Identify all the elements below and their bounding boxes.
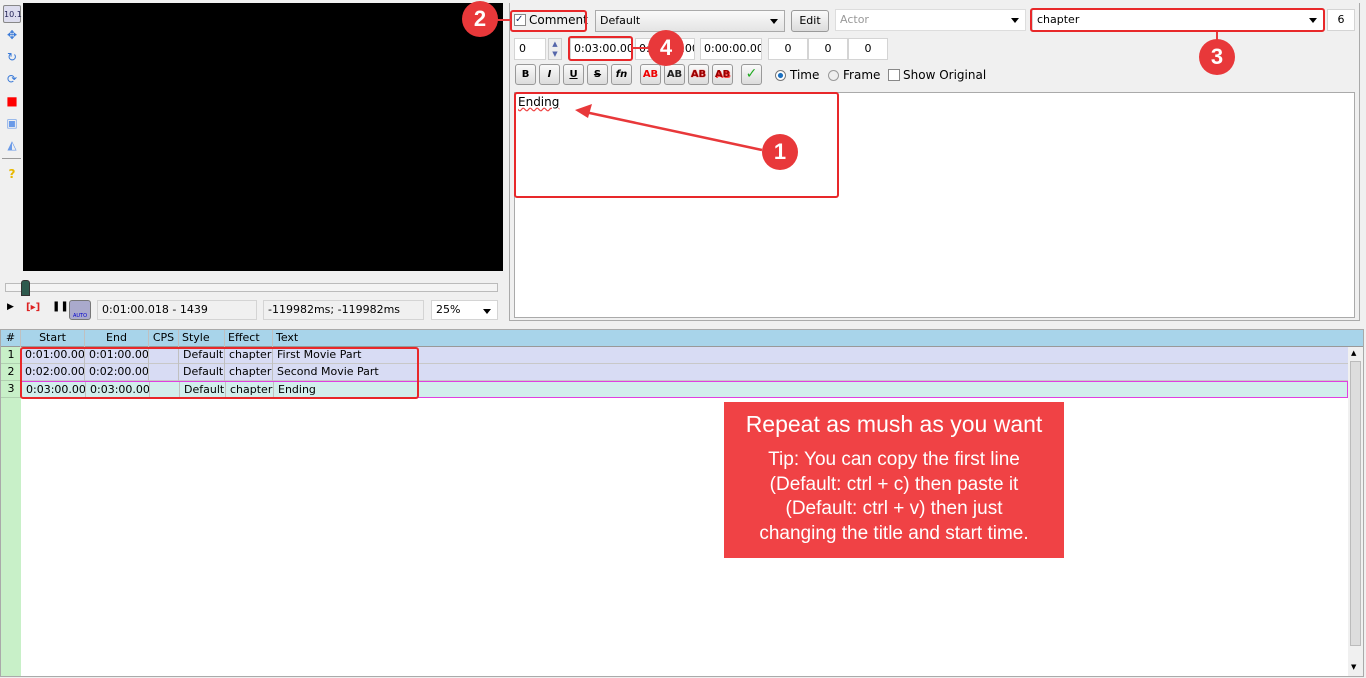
callout-line: (Default: ctrl + c) then paste it (769, 473, 1019, 495)
callout-title: Repeat as mush as you want (745, 411, 1043, 437)
tip-callout: Repeat as mush as you want Tip: You can … (724, 402, 1064, 558)
annotation-badge-1: 1 (762, 134, 798, 170)
callout-line: changing the title and start time. (759, 522, 1029, 544)
callout-line: Tip: You can copy the first line (768, 449, 1020, 470)
annotation-arrows (496, 19, 1218, 152)
callout-line: (Default: ctrl + v) then just (785, 498, 1003, 519)
annotation-badge-4: 4 (648, 30, 684, 66)
annotation-badge-3: 3 (1199, 39, 1235, 75)
annotation-badge-2: 2 (462, 1, 498, 37)
